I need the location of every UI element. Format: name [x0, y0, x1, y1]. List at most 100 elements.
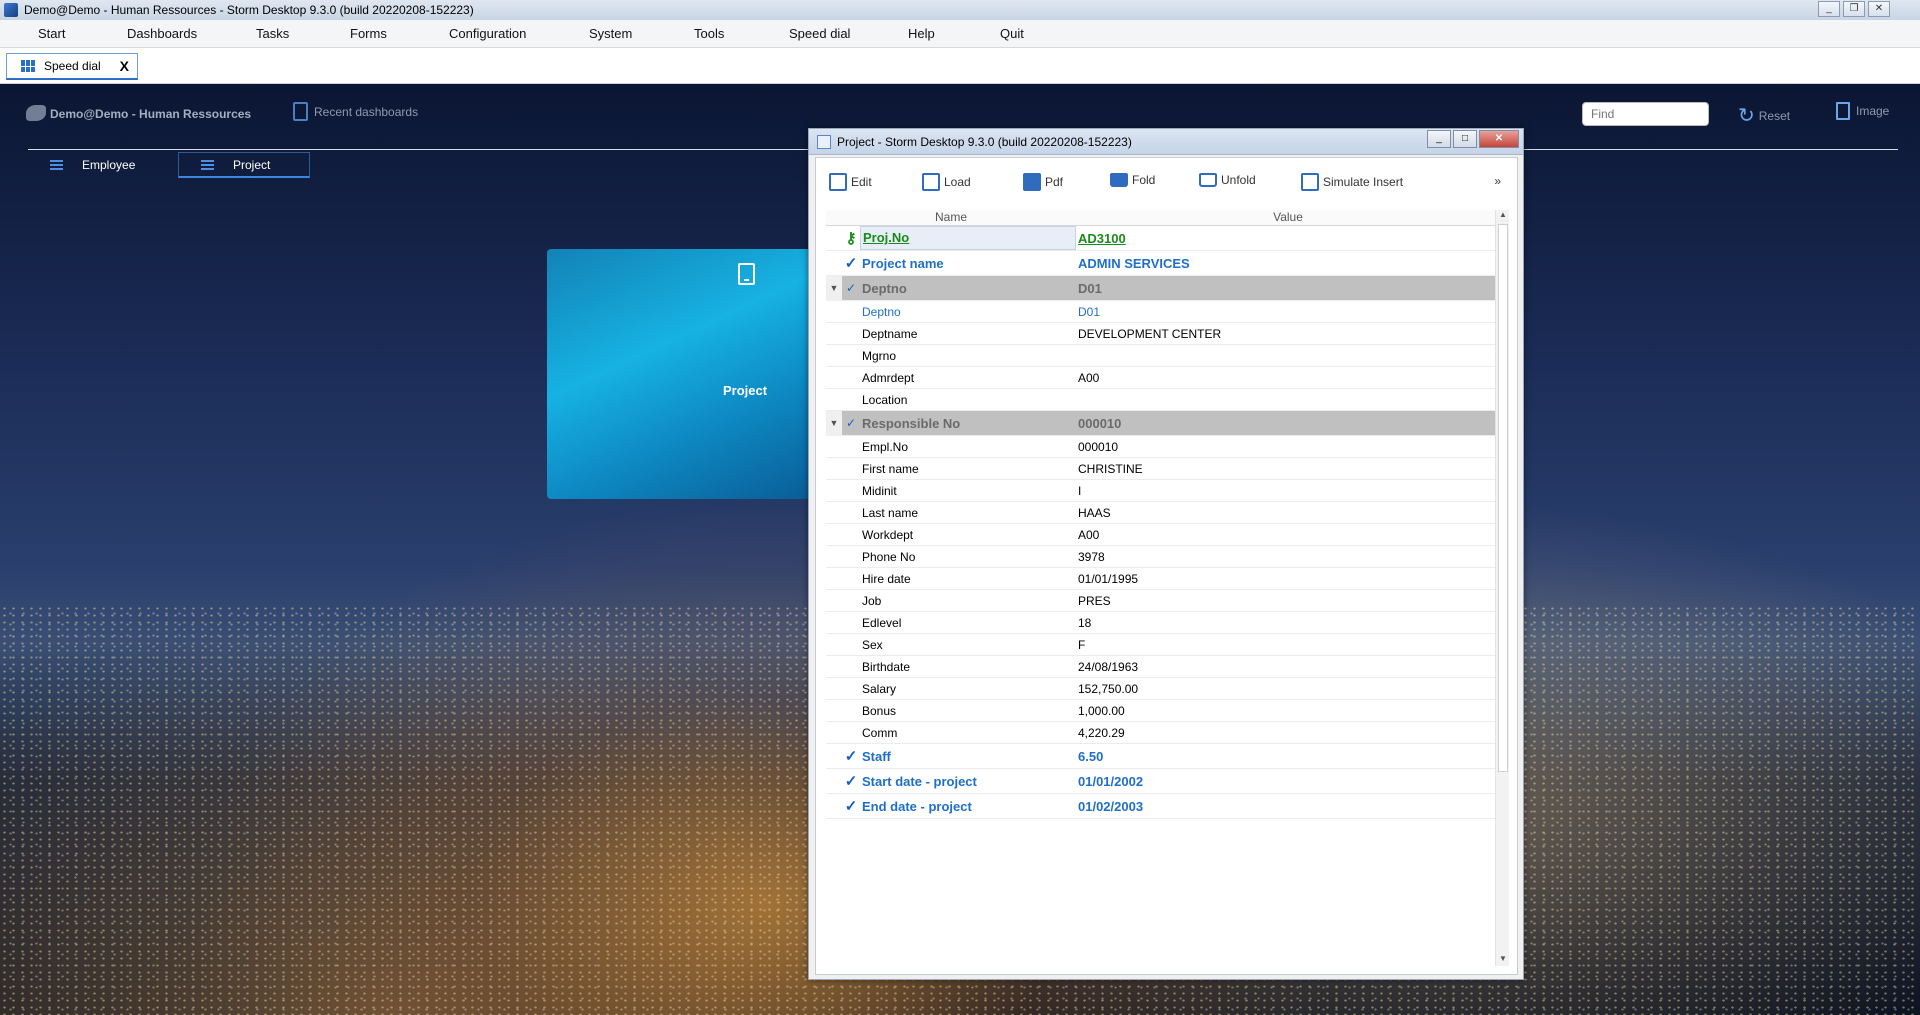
field-name: Phone No — [862, 549, 916, 564]
load-button[interactable]: Load — [922, 173, 971, 191]
simulate-insert-button[interactable]: Simulate Insert — [1301, 173, 1403, 191]
field-value[interactable]: D01 — [1076, 281, 1500, 296]
tab-speed-dial[interactable]: Speed dial X — [6, 53, 138, 80]
field-value[interactable]: 24/08/1963 — [1076, 660, 1500, 674]
field-value[interactable]: A00 — [1076, 371, 1500, 385]
project-tile[interactable]: Project — [547, 249, 812, 499]
maximize-button[interactable]: □ — [1453, 130, 1477, 148]
recent-dashboards-button[interactable]: Recent dashboards — [293, 102, 418, 121]
restore-button[interactable]: ❐ — [1843, 1, 1865, 17]
grid-row[interactable]: ▼ ✓ Deptno D01 — [826, 275, 1500, 301]
grid-row[interactable]: Midinit I — [826, 480, 1500, 502]
field-value[interactable]: 6.50 — [1076, 749, 1500, 764]
grid-row[interactable]: ▼ ✓ Responsible No 000010 — [826, 410, 1500, 436]
field-value[interactable]: 01/01/2002 — [1076, 774, 1500, 789]
window-icon — [817, 134, 831, 149]
grid-row[interactable]: Deptname DEVELOPMENT CENTER — [826, 323, 1500, 345]
field-value[interactable]: 3978 — [1076, 550, 1500, 564]
grid-row[interactable]: Empl.No 000010 — [826, 436, 1500, 458]
field-value[interactable]: A00 — [1076, 528, 1500, 542]
pdf-button[interactable]: Pdf — [1023, 173, 1063, 191]
field-value[interactable]: 1,000.00 — [1076, 704, 1500, 718]
grid-row[interactable]: ✓ Staff 6.50 — [826, 744, 1500, 769]
grid-row[interactable]: Mgrno — [826, 345, 1500, 367]
window-controls: _ ❐ ✕ — [1815, 1, 1890, 17]
menu-tools[interactable]: Tools — [694, 26, 724, 41]
grid-row[interactable]: Sex F — [826, 634, 1500, 656]
menu-help[interactable]: Help — [908, 26, 935, 41]
edit-button[interactable]: Edit — [829, 173, 872, 191]
minimize-button[interactable]: _ — [1427, 130, 1451, 148]
grid-row[interactable]: Workdept A00 — [826, 524, 1500, 546]
field-value[interactable]: I — [1076, 484, 1500, 498]
field-value[interactable]: 01/01/1995 — [1076, 572, 1500, 586]
field-value[interactable]: CHRISTINE — [1076, 462, 1500, 476]
dashboard-tab-project[interactable]: Project — [178, 152, 310, 178]
minimize-button[interactable]: _ — [1818, 1, 1840, 17]
field-value[interactable]: F — [1076, 638, 1500, 652]
menu-quit[interactable]: Quit — [1000, 26, 1024, 41]
grid-row[interactable]: Bonus 1,000.00 — [826, 700, 1500, 722]
field-name: Staff — [862, 748, 891, 764]
collapse-arrow-icon[interactable]: ▼ — [826, 275, 842, 301]
menu-dashboards[interactable]: Dashboards — [127, 26, 197, 41]
reset-button[interactable]: ↻ Reset — [1738, 103, 1790, 128]
menu-speed-dial[interactable]: Speed dial — [789, 26, 850, 41]
dashboard-tab-employee[interactable]: Employee — [28, 152, 178, 178]
grid-row[interactable]: Birthdate 24/08/1963 — [826, 656, 1500, 678]
grid-row[interactable]: ✓ Project name ADMIN SERVICES — [826, 251, 1500, 276]
field-value[interactable]: ADMIN SERVICES — [1076, 256, 1500, 271]
grid-row[interactable]: Comm 4,220.29 — [826, 722, 1500, 744]
vertical-scrollbar[interactable]: ▲ ▼ — [1495, 210, 1509, 966]
property-grid: Name Value ⚷ Proj.No AD3100 ✓ Project name AD… — [826, 210, 1500, 966]
field-value[interactable]: PRES — [1076, 594, 1500, 608]
column-header-name: Name — [934, 210, 967, 224]
collapse-arrow-icon[interactable]: ▼ — [826, 410, 842, 436]
image-button[interactable]: Image — [1836, 102, 1889, 120]
tab-close-icon[interactable]: X — [120, 58, 129, 74]
close-button[interactable]: ✕ — [1479, 130, 1519, 148]
grid-row[interactable]: Phone No 3978 — [826, 546, 1500, 568]
scroll-up-icon[interactable]: ▲ — [1496, 210, 1510, 222]
menu-start[interactable]: Start — [38, 26, 65, 41]
grid-row[interactable]: ⚷ Proj.No AD3100 — [826, 226, 1500, 251]
fold-button[interactable]: Fold — [1110, 173, 1155, 187]
grid-row[interactable]: Last name HAAS — [826, 502, 1500, 524]
menu-forms[interactable]: Forms — [350, 26, 387, 41]
scroll-down-icon[interactable]: ▼ — [1496, 954, 1510, 966]
grid-row[interactable]: Job PRES — [826, 590, 1500, 612]
grid-row[interactable]: Deptno D01 — [826, 301, 1500, 323]
unfold-button[interactable]: Unfold — [1199, 173, 1256, 187]
field-value[interactable]: 4,220.29 — [1076, 726, 1500, 740]
grid-row[interactable]: First name CHRISTINE — [826, 458, 1500, 480]
grid-row[interactable]: Salary 152,750.00 — [826, 678, 1500, 700]
field-value[interactable]: 152,750.00 — [1076, 682, 1500, 696]
field-value[interactable]: HAAS — [1076, 506, 1500, 520]
field-value[interactable]: DEVELOPMENT CENTER — [1076, 327, 1500, 341]
grid-row[interactable]: Hire date 01/01/1995 — [826, 568, 1500, 590]
grid-row[interactable]: ✓ Start date - project 01/01/2002 — [826, 769, 1500, 794]
field-name: Sex — [862, 637, 883, 652]
menu-configuration[interactable]: Configuration — [449, 26, 526, 41]
simulate-insert-label: Simulate Insert — [1323, 175, 1404, 189]
load-icon — [922, 173, 940, 191]
find-input[interactable] — [1582, 102, 1709, 126]
field-value[interactable]: 000010 — [1076, 440, 1500, 454]
field-value[interactable]: D01 — [1076, 305, 1500, 319]
field-value[interactable]: 000010 — [1076, 416, 1500, 431]
close-window-button[interactable]: ✕ — [1868, 1, 1890, 17]
field-value[interactable]: AD3100 — [1076, 231, 1500, 246]
field-name: Last name — [862, 505, 919, 520]
grid-row[interactable]: Location — [826, 389, 1500, 411]
grid-row[interactable]: Admrdept A00 — [826, 367, 1500, 389]
grid-row[interactable]: ✓ End date - project 01/02/2003 — [826, 794, 1500, 819]
grid-row[interactable]: Edlevel 18 — [826, 612, 1500, 634]
more-chevron-icon[interactable]: » — [1494, 174, 1501, 188]
menu-tasks[interactable]: Tasks — [256, 26, 289, 41]
field-value[interactable]: 01/02/2003 — [1076, 799, 1500, 814]
speed-dial-icon — [21, 60, 35, 72]
field-value[interactable]: 18 — [1076, 616, 1500, 630]
scroll-thumb[interactable] — [1498, 224, 1508, 772]
field-name: Start date - project — [862, 773, 977, 789]
menu-system[interactable]: System — [589, 26, 632, 41]
